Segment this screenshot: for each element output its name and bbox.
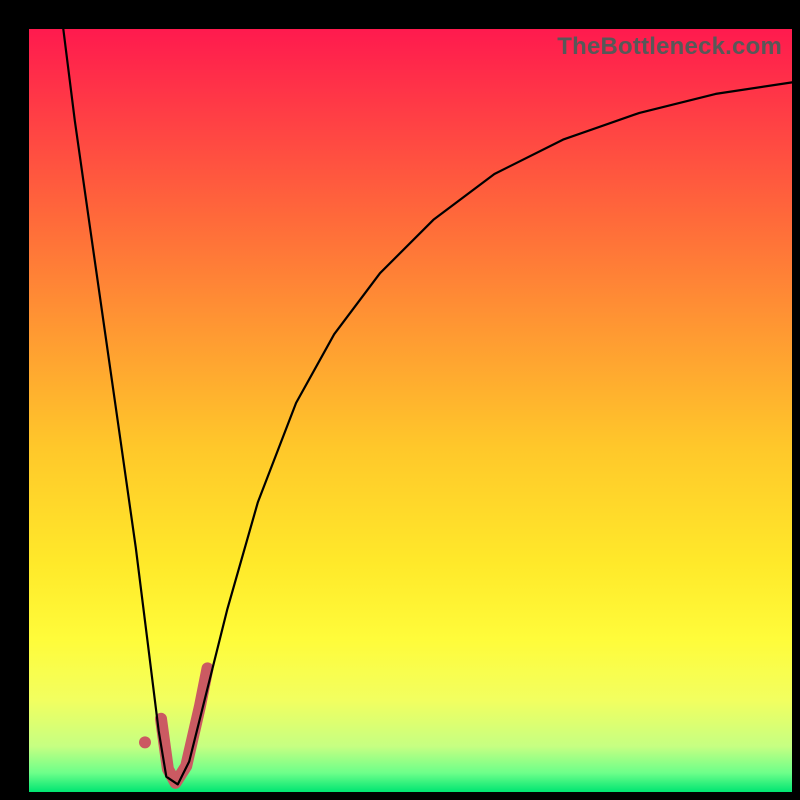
bottleneck-curve xyxy=(63,29,792,784)
optimum-marker-tick xyxy=(161,668,208,782)
optimum-marker-dot xyxy=(139,736,151,748)
curve-layer xyxy=(29,29,792,792)
chart-frame: TheBottleneck.com xyxy=(0,0,800,800)
chart-plot-area: TheBottleneck.com xyxy=(29,29,792,792)
